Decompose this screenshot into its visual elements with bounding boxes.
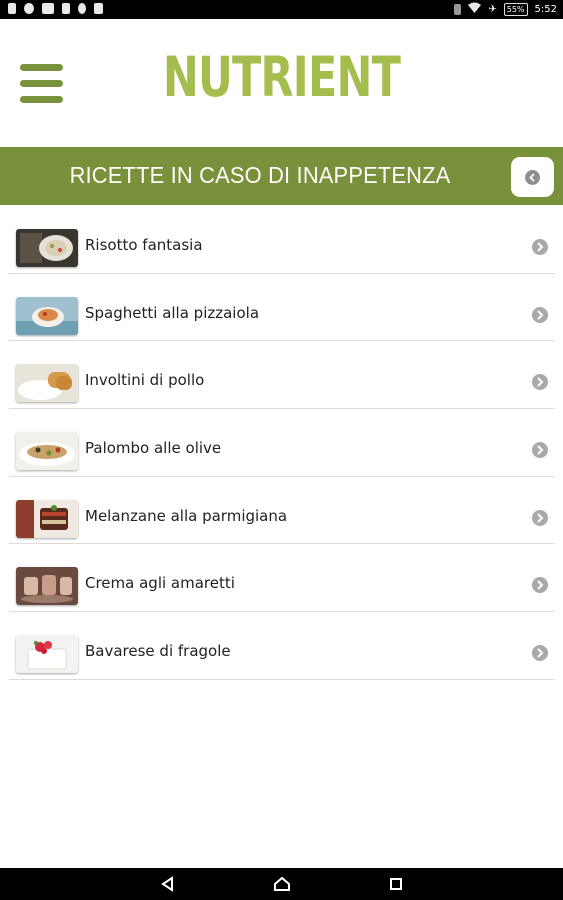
airplane-icon: ✈ [488, 3, 497, 15]
status-bar: ✈ 55% 5:52 [0, 0, 563, 19]
recipe-label: Involtini di pollo [85, 371, 205, 390]
image-icon [42, 3, 54, 14]
status-left-icons [8, 3, 103, 14]
android-icon [24, 3, 34, 14]
chevron-right-icon [532, 577, 548, 594]
chevron-right-icon [532, 239, 548, 255]
app-header: NUTRIENT [0, 19, 563, 147]
chevron-right-icon [532, 442, 548, 459]
back-triangle-icon[interactable] [160, 876, 178, 892]
recipe-item-crema-agli-amaretti[interactable]: Crema agli amaretti [9, 544, 555, 613]
usb-icon [8, 3, 16, 14]
back-arrow-icon [525, 169, 540, 185]
chevron-right-icon [532, 306, 548, 323]
hamburger-menu-icon[interactable] [20, 64, 64, 104]
recipe-list: Risotto fantasia Spaghetti alla pizzaiol… [9, 206, 555, 680]
recipe-item-melanzane-alla-parmigiana[interactable]: Melanzane alla parmigiana [9, 477, 555, 545]
risotto-thumbnail [16, 229, 78, 267]
recipe-item-spaghetti-alla-pizzaiola[interactable]: Spaghetti alla pizzaiola [9, 274, 555, 342]
location-icon [78, 3, 86, 14]
recipe-label: Spaghetti alla pizzaiola [85, 303, 260, 322]
spaghetti-thumbnail [16, 296, 78, 335]
palombo-thumbnail [16, 432, 78, 471]
recipe-item-risotto-fantasia[interactable]: Risotto fantasia [9, 206, 555, 274]
recipe-label: Melanzane alla parmigiana [85, 506, 288, 525]
recipe-label: Crema agli amaretti [85, 574, 235, 593]
recipe-label: Bavarese di fragole [85, 642, 231, 661]
chevron-right-icon [532, 645, 548, 662]
battery-icon: 55% [503, 2, 528, 16]
section-title: RICETTE IN CASO DI INAPPETENZA [69, 162, 451, 188]
navigation-bar [0, 868, 563, 900]
recipe-item-palombo-alle-olive[interactable]: Palombo alle olive [9, 409, 555, 477]
melanzane-thumbnail [16, 499, 78, 538]
brand-logo: NUTRIENT [162, 45, 401, 109]
recipe-label: Risotto fantasia [85, 236, 203, 254]
back-button[interactable] [511, 157, 554, 197]
usb-icon [62, 3, 70, 14]
home-icon[interactable] [273, 876, 291, 892]
recents-icon[interactable] [388, 876, 406, 892]
involtini-thumbnail [16, 364, 78, 403]
wifi-icon [468, 2, 482, 16]
chevron-right-icon [532, 374, 548, 391]
bavarese-thumbnail [16, 635, 78, 674]
clock: 5:52 [534, 3, 557, 15]
recipe-item-involtini-di-pollo[interactable]: Involtini di pollo [9, 341, 555, 410]
vibrate-icon [454, 3, 462, 15]
play-store-icon [94, 3, 103, 14]
crema-thumbnail [16, 567, 78, 606]
chevron-right-icon [532, 509, 548, 526]
recipe-item-bavarese-di-fragole[interactable]: Bavarese di fragole [9, 612, 555, 680]
section-bar: RICETTE IN CASO DI INAPPETENZA [0, 147, 563, 205]
status-right: ✈ 55% 5:52 [454, 2, 557, 16]
recipe-label: Palombo alle olive [85, 439, 222, 458]
